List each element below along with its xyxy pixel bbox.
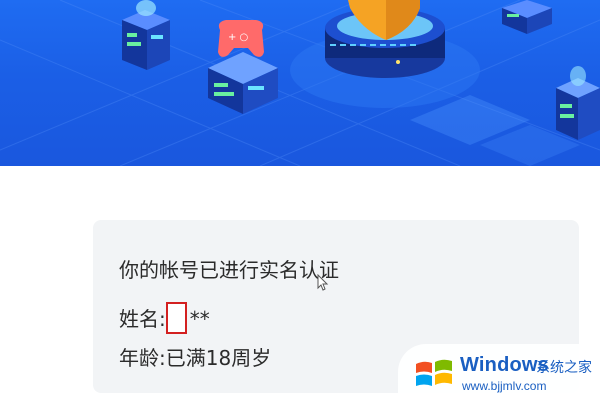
verification-status-text: 你的帐号已进行实名认证 <box>119 258 339 282</box>
hero-banner: + ○ <box>0 0 600 166</box>
watermark-url: www.bjjmlv.com <box>462 379 547 393</box>
name-row: 姓名: ** <box>119 301 210 334</box>
gamepad-icon: + ○ <box>218 20 264 57</box>
name-label: 姓名: <box>119 307 166 331</box>
watermark: Windows 系统之家 www.bjjmlv.com <box>398 344 600 400</box>
watermark-subtitle: 系统之家 <box>536 360 592 376</box>
age-row: 年龄:已满18周岁 <box>119 346 271 370</box>
server-block-icon <box>502 0 552 34</box>
redacted-name-box <box>165 301 187 334</box>
name-masked-value: ** <box>189 307 210 331</box>
server-block-icon <box>122 0 170 70</box>
mouse-cursor-icon <box>317 274 329 291</box>
server-block-icon <box>556 66 600 140</box>
age-value: 已满18周岁 <box>165 346 272 370</box>
age-label: 年龄: <box>119 346 166 370</box>
hero-illustration: + ○ <box>0 0 600 166</box>
gamepad-glyph: + ○ <box>228 32 248 43</box>
windows-logo-icon <box>416 359 452 386</box>
